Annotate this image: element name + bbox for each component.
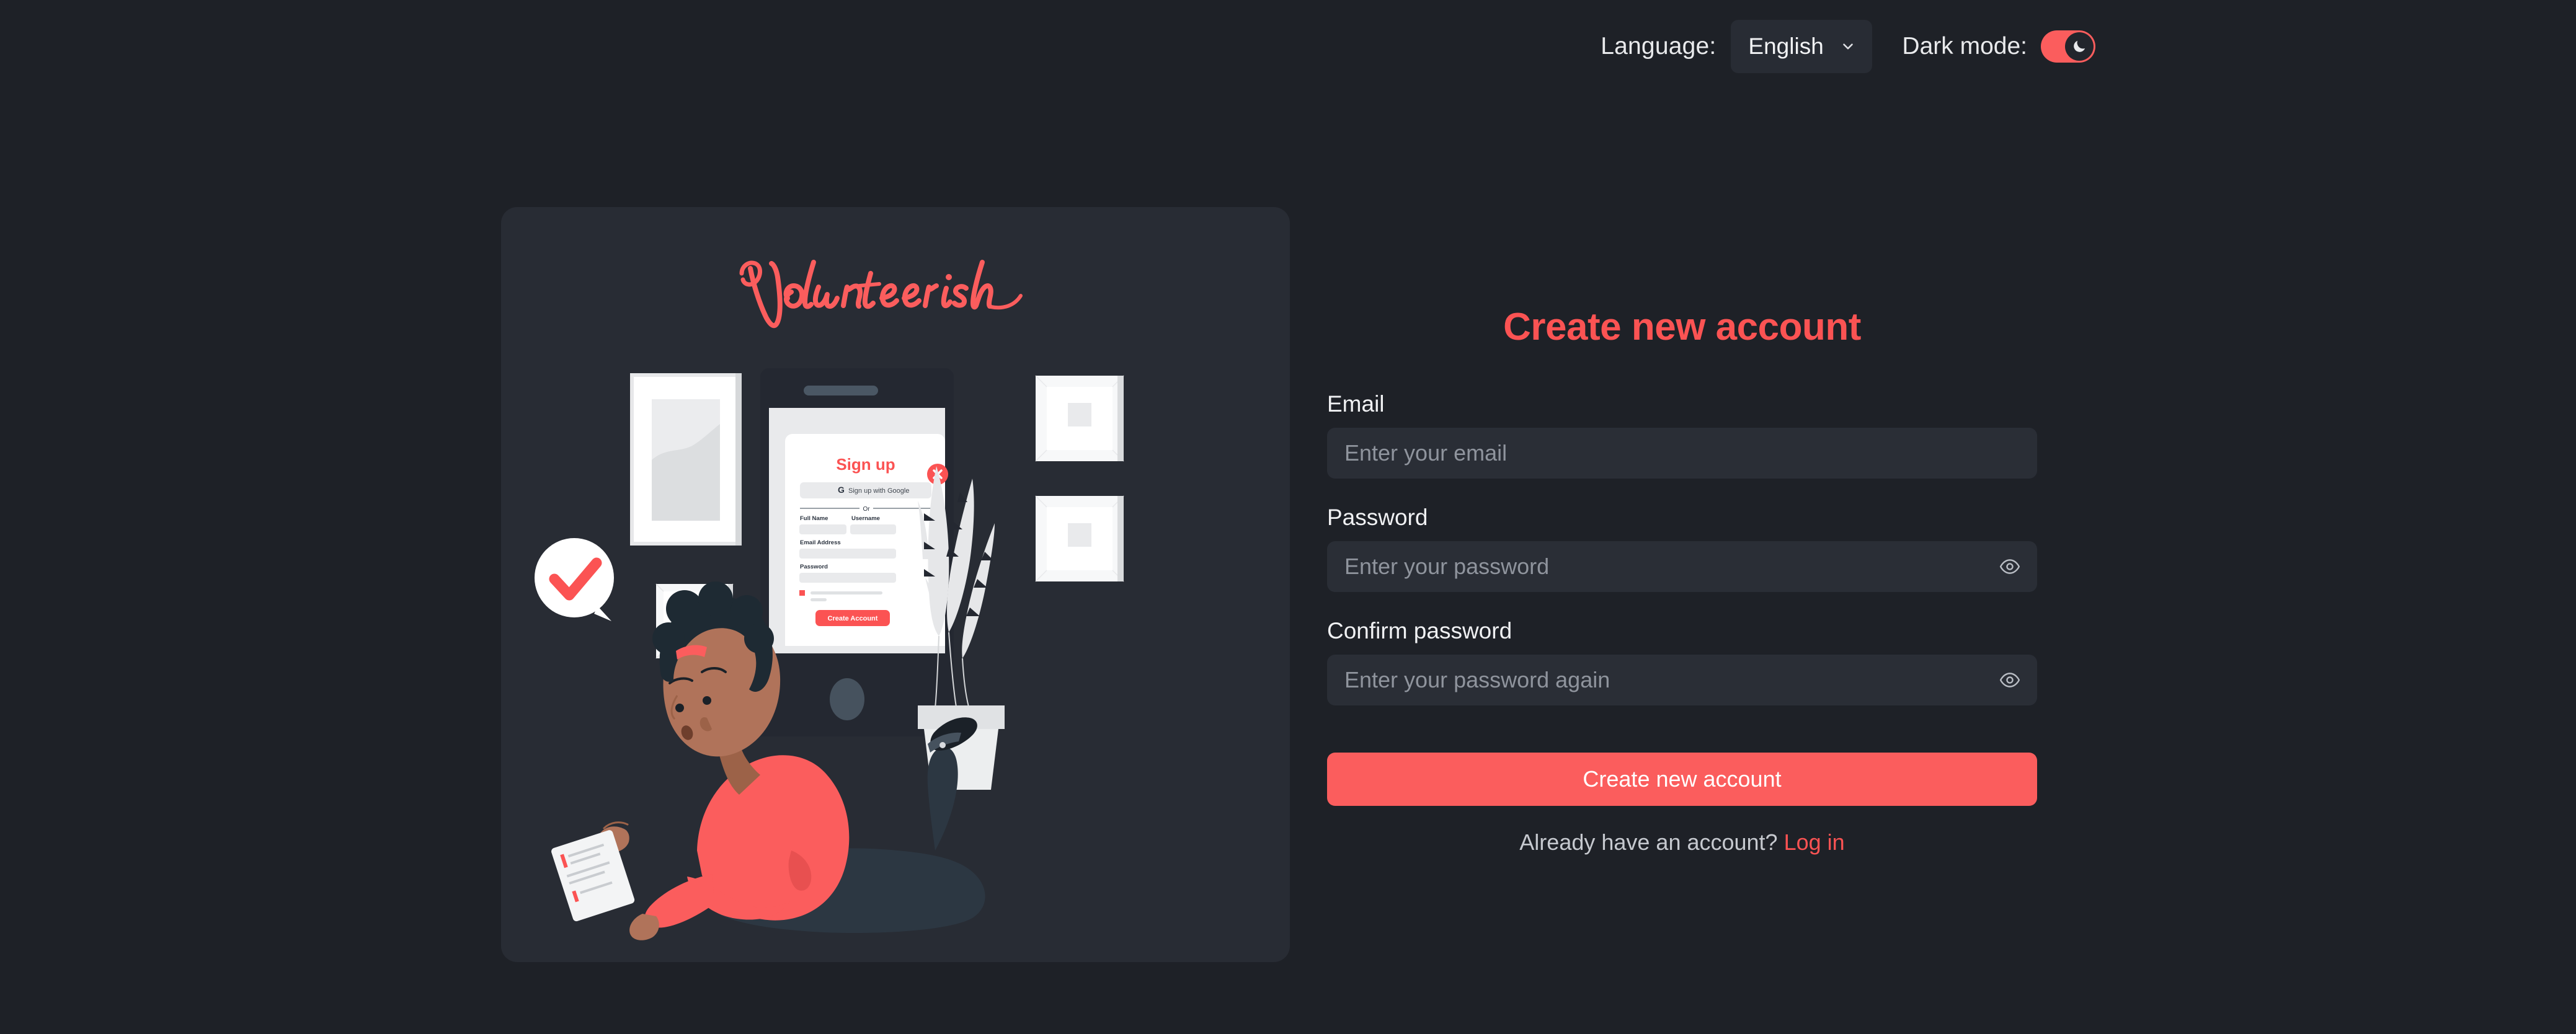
email-label: Email [1327, 391, 1385, 417]
svg-text:Sign up: Sign up [836, 455, 895, 474]
svg-text:Password: Password [800, 563, 828, 570]
tall-frame-icon [630, 373, 742, 546]
eye-icon [1999, 556, 2020, 577]
confirm-password-label: Confirm password [1327, 618, 1512, 643]
field-password: Password [1327, 505, 2037, 592]
illustration-card: Sign up G Sign up with Google Or Full Na… [501, 207, 1290, 962]
toggle-password-visibility-button[interactable] [1997, 554, 2022, 579]
login-link[interactable]: Log in [1784, 829, 1845, 855]
svg-text:Create Account: Create Account [828, 615, 878, 622]
language-select-value: English [1748, 33, 1824, 59]
top-bar: Language: English Dark mode: [0, 0, 2576, 93]
create-account-button[interactable]: Create new account [1327, 753, 2037, 806]
svg-text:G: G [838, 485, 845, 495]
signup-page: Language: English Dark mode: Sign up G S… [0, 0, 2576, 1034]
brand-logo [501, 234, 1290, 358]
toggle-confirm-password-visibility-button[interactable] [1997, 668, 2022, 692]
email-input[interactable] [1327, 428, 2037, 479]
svg-text:Email Address: Email Address [800, 539, 841, 546]
signup-scene-illustration: Sign up G Sign up with Google Or Full Na… [501, 361, 1290, 962]
signup-form: Create new account Email Password [1327, 207, 2037, 855]
confirm-password-input-wrap [1327, 655, 2037, 705]
confirm-password-input[interactable] [1327, 655, 2037, 705]
moon-icon [2071, 38, 2087, 55]
page-title: Create new account [1503, 306, 1861, 348]
svg-text:Username: Username [851, 515, 880, 522]
login-prompt: Already have an account? Log in [1327, 829, 2037, 855]
svg-text:Full Name: Full Name [800, 515, 828, 522]
toggle-knob [2065, 32, 2094, 61]
square-frame-top-icon [1035, 375, 1124, 462]
field-confirm-password: Confirm password [1327, 618, 2037, 705]
dark-mode-toggle[interactable] [2041, 30, 2095, 63]
dark-mode-label: Dark mode: [1902, 33, 2027, 60]
language-select[interactable]: English [1731, 20, 1873, 73]
check-bubble-icon [535, 538, 614, 621]
volunteerish-logo-icon [739, 260, 1023, 329]
language-label: Language: [1601, 33, 1717, 60]
email-input-wrap [1327, 428, 2037, 479]
login-prompt-text: Already have an account? [1519, 829, 1778, 855]
svg-text:Or: Or [863, 506, 870, 513]
password-input[interactable] [1327, 541, 2037, 592]
chevron-down-icon [1840, 38, 1856, 55]
square-frame-bottom-icon [1035, 495, 1124, 582]
password-label: Password [1327, 505, 1428, 530]
svg-text:Sign up with Google: Sign up with Google [848, 487, 909, 495]
password-input-wrap [1327, 541, 2037, 592]
eye-icon [1999, 669, 2020, 691]
field-email: Email [1327, 391, 2037, 479]
